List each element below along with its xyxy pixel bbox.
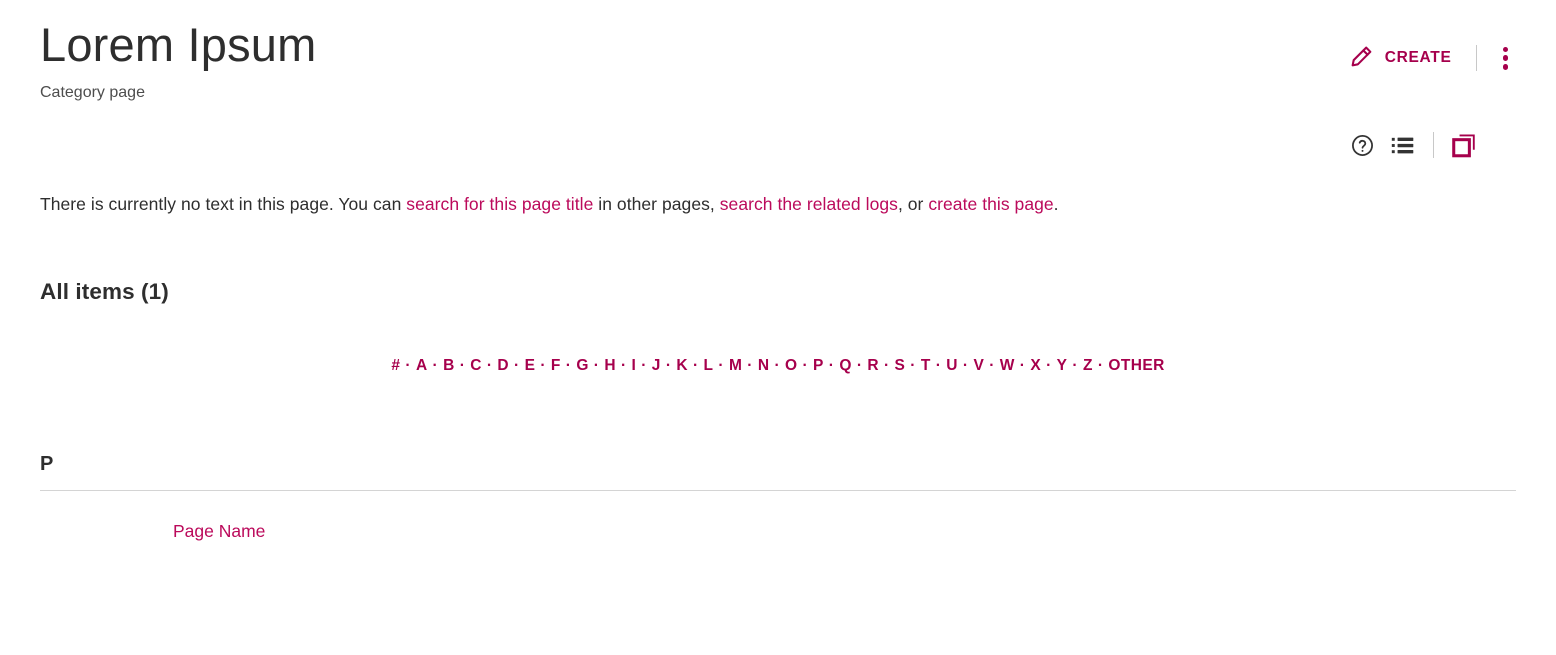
alphabet-separator: · (692, 357, 699, 375)
alphabet-index-s[interactable]: S (895, 357, 906, 374)
alphabet-index-g[interactable]: G (576, 357, 588, 374)
alphabet-separator: · (432, 357, 439, 375)
alphabet-index-j[interactable]: J (652, 357, 661, 374)
alphabet-separator: · (459, 357, 466, 375)
alphabet-index-n[interactable]: N (758, 357, 770, 374)
alphabet-index-h[interactable]: H (604, 357, 616, 374)
alphabet-index-z[interactable]: Z (1083, 357, 1093, 374)
alphabet-separator: · (593, 357, 600, 375)
all-items-heading: All items (1) (40, 279, 169, 305)
search-related-logs-link[interactable]: search the related logs (720, 194, 898, 214)
alphabet-index-p[interactable]: P (813, 357, 824, 374)
alphabet-separator: · (883, 357, 890, 375)
alphabet-separator: · (802, 357, 809, 375)
create-button-label: CREATE (1384, 49, 1452, 66)
header-actions: CREATE (1343, 18, 1516, 76)
alphabet-separator: · (935, 357, 942, 375)
alphabet-separator: · (514, 357, 520, 375)
help-circle-icon[interactable] (1342, 128, 1382, 162)
kebab-menu-icon[interactable] (1495, 43, 1517, 74)
alphabet-separator: · (540, 357, 546, 375)
alphabet-index-w[interactable]: W (1000, 357, 1015, 374)
page-link[interactable]: Page Name (173, 521, 265, 541)
page-subtitle: Category page (40, 84, 145, 102)
alphabet-separator: · (828, 357, 835, 375)
list-item: Page Name (173, 521, 1516, 542)
alphabet-index-b[interactable]: B (443, 357, 455, 374)
alphabet-index-t[interactable]: T (921, 357, 931, 374)
page-title: Lorem Ipsum (40, 18, 317, 71)
tool-row-divider (1432, 132, 1434, 159)
notice-text-part2: in other pages, (593, 194, 720, 215)
alphabet-index: # · A · B · C · D · E · F · G · H · I · J · K · L · M · N · O · P · Q · R · S ·… (40, 357, 1516, 375)
page-item-list: Page Name (40, 521, 1516, 542)
alphabet-index-c[interactable]: C (470, 357, 482, 374)
alphabet-index-l[interactable]: L (704, 357, 714, 374)
alphabet-index-y[interactable]: Y (1057, 357, 1068, 374)
alphabet-separator: · (718, 357, 724, 375)
page-header: Lorem Ipsum Category page CREATE (40, 0, 1516, 102)
tool-row-spacer (1422, 132, 1444, 159)
alphabet-separator: · (565, 357, 572, 375)
alphabet-index-k[interactable]: K (676, 357, 688, 374)
category-page: Lorem Ipsum Category page CREATE There i… (0, 0, 1556, 655)
no-text-notice: There is currently no text in this page.… (40, 192, 1516, 217)
title-block: Lorem Ipsum Category page (40, 18, 316, 102)
notice-text-part3: , or (897, 194, 929, 215)
alphabet-separator: · (641, 357, 647, 375)
alphabet-index-e[interactable]: E (525, 357, 536, 374)
pencil-icon (1349, 44, 1374, 72)
create-this-page-link[interactable]: create this page (928, 194, 1053, 214)
alphabet-index-d[interactable]: D (497, 357, 509, 374)
alphabet-index-f[interactable]: F (551, 357, 561, 374)
alphabet-index-a[interactable]: A (416, 357, 428, 374)
alphabet-index-o[interactable]: O (785, 357, 797, 374)
alphabet-separator: · (1046, 357, 1052, 375)
create-button[interactable]: CREATE (1343, 40, 1458, 76)
alphabet-separator: · (856, 357, 863, 375)
notice-text-part4: . (1053, 194, 1059, 215)
alphabet-separator: · (405, 357, 411, 375)
alphabet-separator: · (1072, 357, 1078, 375)
alphabet-separator: · (910, 357, 916, 375)
copy-duplicate-icon[interactable] (1444, 128, 1484, 162)
alphabet-separator: · (989, 357, 995, 375)
alphabet-index-u[interactable]: U (946, 357, 958, 374)
alphabet-separator: · (665, 357, 672, 375)
notice-text-part1: There is currently no text in this page.… (40, 194, 407, 215)
section-divider (40, 490, 1516, 492)
alphabet-separator: · (486, 357, 493, 375)
alphabet-index-other[interactable]: OTHER (1108, 357, 1164, 374)
alphabet-separator: · (1097, 357, 1104, 375)
alphabet-index-x[interactable]: X (1030, 357, 1041, 374)
alphabet-index-m[interactable]: M (729, 357, 742, 374)
header-divider (1475, 45, 1477, 71)
alphabet-index-v[interactable]: V (973, 357, 984, 374)
bulleted-list-icon[interactable] (1382, 128, 1422, 162)
alphabet-index-r[interactable]: R (867, 357, 879, 374)
section-letter-heading: P (40, 453, 54, 476)
alphabet-separator: · (1019, 357, 1026, 375)
alphabet-separator: · (774, 357, 780, 375)
alphabet-separator: · (747, 357, 753, 375)
tool-icon-row (40, 128, 1516, 162)
alphabet-index-q[interactable]: Q (839, 357, 851, 374)
alphabet-separator: · (620, 357, 627, 375)
search-page-title-link[interactable]: search for this page title (406, 194, 593, 214)
alphabet-separator: · (962, 357, 969, 375)
